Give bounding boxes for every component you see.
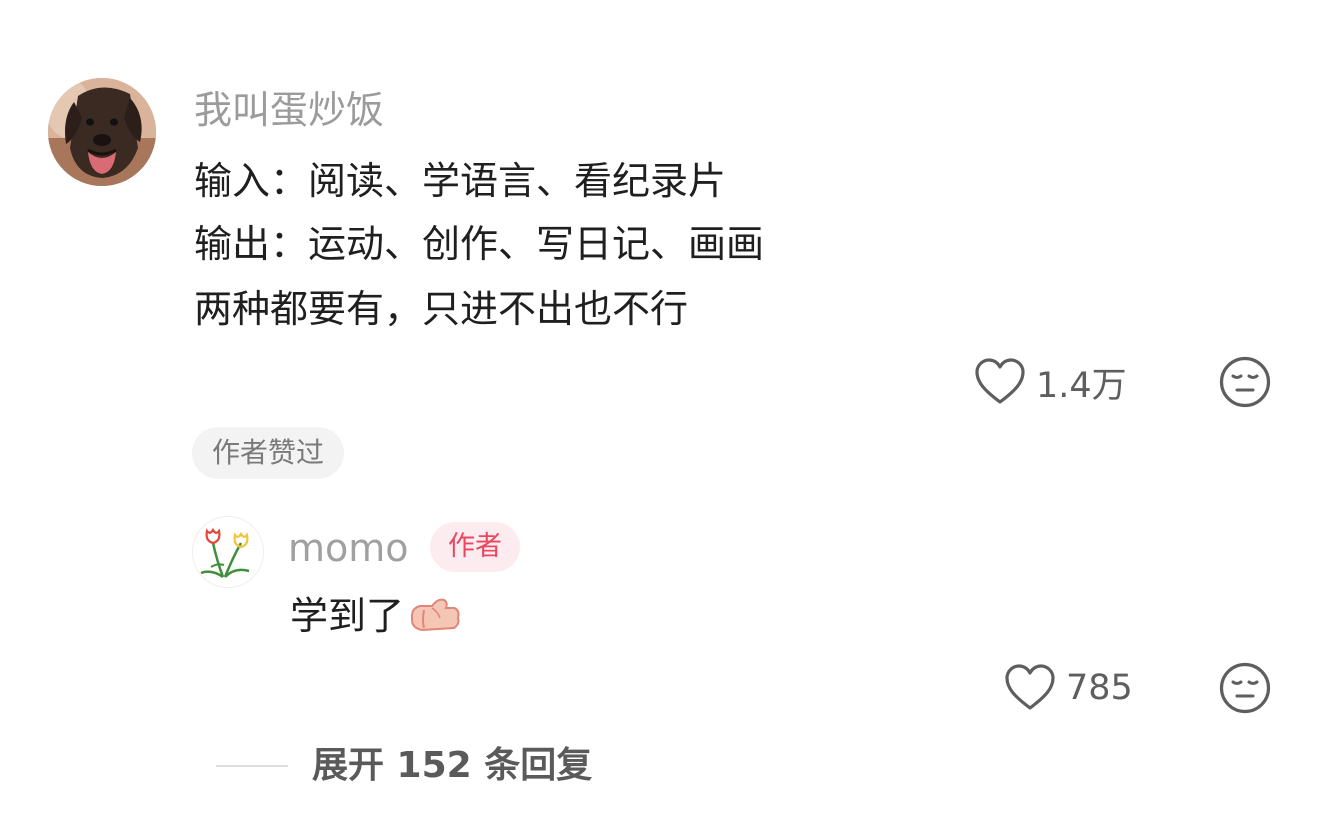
reply-user-avatar[interactable]: [192, 516, 264, 588]
user-avatar[interactable]: [48, 78, 156, 186]
reply-like-count: 785: [1066, 668, 1133, 708]
neutral-face-icon: [1219, 662, 1271, 714]
author-liked-badge: 作者赞过: [192, 427, 345, 479]
neutral-face-icon: [1219, 356, 1271, 408]
comment-thread: 我叫蛋炒饭 输入：阅读、学语言、看纪录片 输出：运动、创作、写日记、画画 两种都…: [0, 0, 1320, 840]
like-button[interactable]: 1.4万: [974, 354, 1127, 410]
reply-text: 学到了: [290, 592, 462, 640]
heart-outline-icon: [1005, 664, 1055, 710]
comment-text-line: 两种都要有，只进不出也不行: [194, 287, 689, 331]
dislike-button[interactable]: [1218, 355, 1272, 409]
reply-username[interactable]: momo: [288, 524, 409, 572]
expand-divider: [216, 765, 288, 767]
like-count: 1.4万: [1036, 365, 1127, 406]
comment-text-line: 输入：阅读、学语言、看纪录片: [194, 159, 727, 203]
comment-text-line: 输出：运动、创作、写日记、画画: [194, 222, 765, 266]
thumbs-up-emoji-icon: [411, 598, 460, 632]
comment-username[interactable]: 我叫蛋炒饭: [194, 86, 384, 134]
author-badge: 作者: [430, 522, 520, 572]
reply-dislike-button[interactable]: [1218, 661, 1272, 715]
dog-avatar-image: [48, 78, 156, 186]
tulip-avatar-image: [200, 527, 250, 579]
reply-text-content: 学到了: [290, 594, 405, 638]
heart-outline-icon: [975, 358, 1025, 404]
expand-replies-button[interactable]: 展开 152 条回复: [312, 742, 592, 790]
reply-like-button[interactable]: 785: [1004, 660, 1133, 716]
